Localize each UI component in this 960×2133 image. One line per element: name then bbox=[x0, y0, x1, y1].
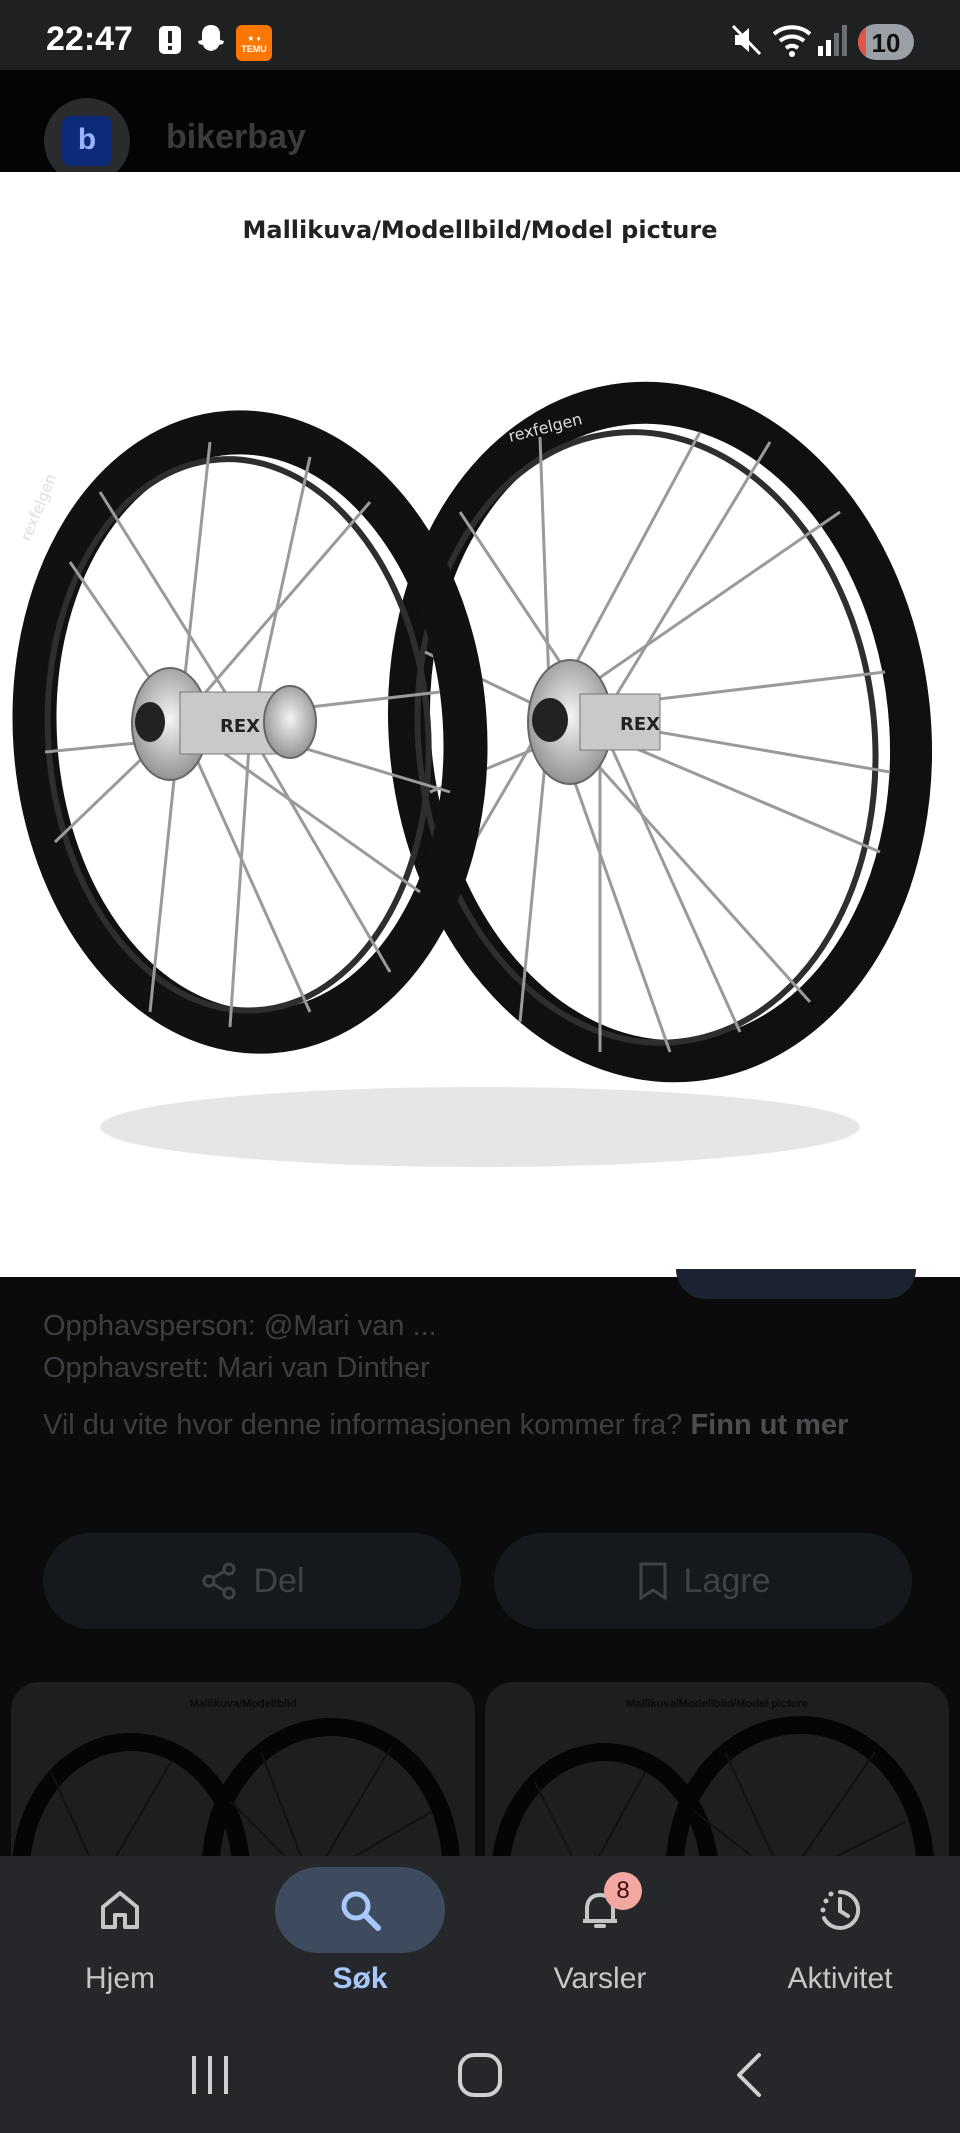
nav-item-activity[interactable]: Aktivitet bbox=[720, 1856, 960, 2016]
signal-icon bbox=[818, 25, 847, 56]
wheels-picture: REX rexfelgen REX rexfelgen bbox=[12, 381, 933, 1167]
related-caption-2: Mallikuva/Modellbild/Model picture bbox=[626, 1698, 808, 1710]
share-label: Del bbox=[253, 1561, 305, 1600]
temu-icon: ★ ♦ TEMU bbox=[236, 25, 272, 61]
related-caption-1: Mallikuva/Modellbild bbox=[189, 1698, 297, 1710]
back-button[interactable] bbox=[715, 2040, 785, 2110]
nav-item-home[interactable]: Hjem bbox=[0, 1856, 240, 2016]
battery-level: 10 bbox=[871, 28, 901, 58]
avatar-letter: b bbox=[62, 116, 112, 166]
svg-text:REX: REX bbox=[220, 716, 260, 737]
status-bar: 22:47 ★ ♦ TEMU 10 bbox=[0, 0, 960, 70]
share-icon bbox=[202, 1562, 236, 1600]
svg-text:REX: REX bbox=[620, 714, 660, 735]
home-button[interactable] bbox=[445, 2040, 515, 2110]
nav-label-search: Søk bbox=[332, 1962, 388, 1995]
info-link[interactable]: Finn ut mer bbox=[690, 1409, 848, 1441]
mute-icon bbox=[731, 24, 762, 56]
save-label: Lagre bbox=[683, 1561, 771, 1600]
bottom-navigation: Hjem Søk 8 Varsler Aktivitet bbox=[0, 1856, 960, 2016]
app-header: b bikerbay bbox=[0, 70, 960, 184]
info-text: Vil du vite hvor denne informasjonen kom… bbox=[43, 1404, 903, 1446]
wifi-icon bbox=[772, 25, 812, 57]
image-caption: Mallikuva/Modellbild/Model picture bbox=[242, 216, 718, 244]
site-name[interactable]: bikerbay bbox=[166, 118, 306, 157]
recents-button[interactable] bbox=[175, 2040, 245, 2110]
activity-icon bbox=[820, 1889, 861, 1930]
share-button[interactable]: Del bbox=[43, 1533, 461, 1629]
visit-button-edge[interactable] bbox=[676, 1269, 916, 1299]
status-time: 22:47 bbox=[46, 20, 133, 58]
notification-badge: 8 bbox=[604, 1872, 642, 1910]
home-icon bbox=[101, 1891, 139, 1929]
system-navigation-bar bbox=[0, 2016, 960, 2133]
save-button[interactable]: Lagre bbox=[494, 1533, 912, 1629]
nav-label-activity: Aktivitet bbox=[787, 1962, 893, 1995]
author-credit: Opphavsperson: @Mari van ... bbox=[43, 1310, 437, 1342]
snapchat-icon bbox=[198, 25, 224, 51]
nav-item-search[interactable]: Søk bbox=[240, 1856, 480, 2016]
battery-icon: 10 bbox=[858, 24, 914, 60]
copyright-credit: Opphavsrett: Mari van Dinther bbox=[43, 1352, 430, 1384]
svg-text:rexfelgen: rexfelgen bbox=[17, 471, 60, 543]
main-image[interactable]: REX rexfelgen REX rexfelgen Mallikuva/Mo… bbox=[0, 172, 960, 1277]
related-image-2[interactable]: Mallikuva/Modellbild/Model picture bbox=[485, 1682, 949, 1862]
bookmark-icon bbox=[639, 1562, 667, 1601]
nav-item-notifications[interactable]: 8 Varsler bbox=[480, 1856, 720, 2016]
info-question: Vil du vite hvor denne informasjonen kom… bbox=[43, 1409, 683, 1441]
related-image-1[interactable]: Mallikuva/Modellbild bbox=[11, 1682, 475, 1862]
nav-label-home: Hjem bbox=[84, 1962, 155, 1995]
alert-icon bbox=[159, 26, 181, 54]
nav-label-notifications: Varsler bbox=[553, 1962, 647, 1995]
search-icon bbox=[341, 1891, 381, 1931]
